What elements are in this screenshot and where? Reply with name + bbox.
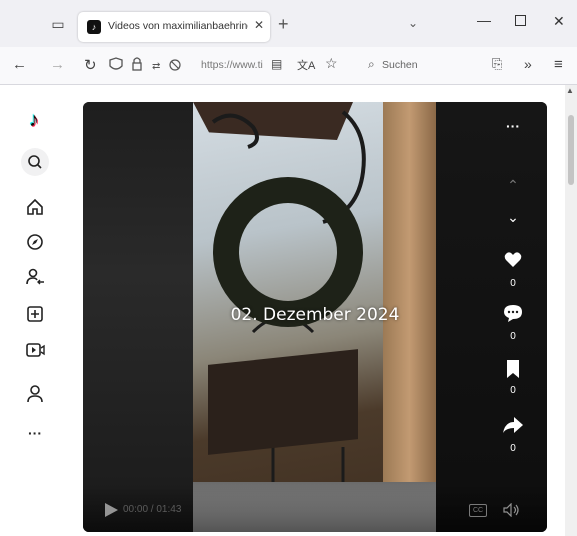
video-time: 00:00 / 01:43 [123, 504, 182, 515]
bookmark-count: 0 [510, 385, 516, 396]
share-count: 0 [510, 443, 516, 454]
share-icon[interactable] [502, 415, 524, 435]
close-icon[interactable]: ✕ [254, 18, 264, 32]
heart-icon[interactable] [503, 250, 523, 270]
extensions-icon[interactable]: ⎘ [492, 56, 502, 72]
nav-toolbar: ← → ↻ ⇄ https://www.tik ▤ 文A ☆ ⌕ Suchen … [0, 47, 577, 85]
chevron-up-icon[interactable]: ⌃ [501, 177, 525, 194]
tiktok-icon: ♪ [87, 20, 101, 34]
tab-title: Videos von maximilianbaehring [108, 20, 248, 32]
window-close-button[interactable]: ✕ [553, 13, 565, 30]
upload-icon[interactable] [24, 303, 46, 325]
new-tab-button[interactable]: + [278, 14, 289, 35]
explore-icon[interactable] [24, 231, 46, 253]
live-icon[interactable] [24, 339, 46, 361]
search-icon: ⌕ [368, 57, 375, 71]
home-icon[interactable] [24, 196, 46, 218]
url-text: https://www.tik [201, 59, 263, 71]
like-count: 0 [510, 278, 516, 289]
comment-icon[interactable] [503, 303, 523, 323]
comment-count: 0 [510, 331, 516, 342]
play-icon[interactable] [103, 502, 119, 518]
tab-active[interactable]: ♪ Videos von maximilianbaehring ✕ [78, 12, 270, 42]
search-icon [28, 155, 42, 169]
reader-view-icon[interactable]: ▤ [271, 57, 282, 71]
search-box[interactable]: ⌕ Suchen [366, 52, 484, 78]
bookmark-icon[interactable] [503, 359, 523, 379]
svg-text:⇄: ⇄ [152, 61, 160, 72]
overflow-chevrons-icon[interactable]: » [524, 56, 532, 72]
url-bar[interactable]: ⇄ https://www.tik ▤ 文A ☆ [107, 52, 353, 78]
translate-icon[interactable]: 文A [297, 57, 315, 73]
video-caption-text: 02. Dezember 2024 [230, 305, 400, 325]
reload-icon[interactable]: ↻ [84, 56, 97, 74]
forward-icon[interactable]: → [50, 56, 65, 73]
following-icon[interactable] [24, 266, 46, 288]
chevron-down-icon[interactable]: ⌄ [408, 16, 418, 30]
tiktok-logo-icon[interactable]: ♪ [23, 109, 45, 131]
maximize-button[interactable] [515, 15, 526, 26]
video-player[interactable]: 02. Dezember 2024 ··· ⌃ ⌄ 0 0 0 0 00:00 … [83, 102, 547, 532]
search-nav-button[interactable] [21, 148, 49, 176]
tab-strip: ▭ ♪ Videos von maximilianbaehring ✕ + ⌄ … [0, 0, 577, 47]
search-placeholder: Suchen [382, 59, 418, 71]
scrollbar-thumb[interactable] [568, 115, 574, 185]
urlbar-icons: ⇄ [109, 57, 181, 72]
back-icon[interactable]: ← [12, 56, 27, 73]
more-icon[interactable]: ··· [24, 422, 46, 444]
bookmark-star-icon[interactable]: ☆ [325, 55, 338, 72]
captions-button[interactable]: CC [469, 504, 487, 517]
scroll-up-icon[interactable]: ▲ [566, 86, 574, 95]
chevron-down-icon[interactable]: ⌄ [501, 209, 525, 226]
menu-icon[interactable]: ≡ [554, 56, 563, 73]
more-options-icon[interactable]: ··· [501, 118, 525, 134]
tab-list-icon[interactable]: ▭ [50, 16, 66, 32]
profile-icon[interactable] [24, 383, 46, 405]
hanging-sign [208, 349, 358, 455]
volume-icon[interactable] [503, 503, 521, 517]
minimize-button[interactable]: — [477, 12, 491, 28]
